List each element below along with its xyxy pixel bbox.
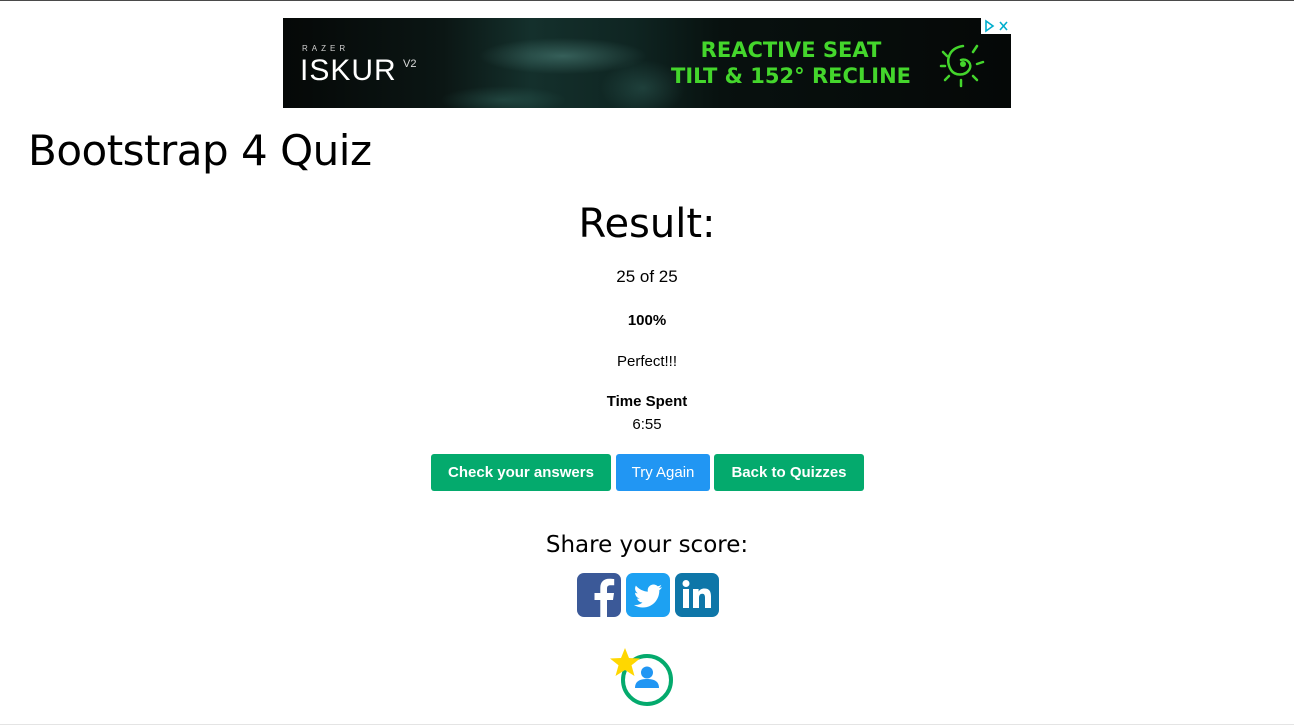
ad-brand-small: RAZER [302,44,350,53]
result-heading: Result: [578,201,716,247]
time-spent-label: Time Spent [606,393,688,410]
ad-headline: REACTIVE SEAT TILT & 152° RECLINE [667,37,915,89]
bottom-border [0,724,1294,725]
check-answers-button[interactable]: Check your answers [431,454,611,491]
ad-headline-line2: TILT & 152° RECLINE [671,64,911,88]
score-verdict: Perfect!!! [616,353,678,370]
razer-logo-icon [939,44,985,88]
back-to-quizzes-button[interactable]: Back to Quizzes [714,454,864,491]
twitter-share-button[interactable] [626,573,670,617]
linkedin-share-button[interactable] [675,573,719,617]
time-spent-value: 6:55 [632,416,662,433]
share-score-label: Share your score: [545,532,749,558]
ad-brand-name: ISKUR [300,54,397,87]
ad-headline-line1: REACTIVE SEAT [700,38,882,62]
ad-brand-version: V2 [403,58,417,70]
ad-banner[interactable]: RAZER ISKUR V2 REACTIVE SEAT TILT & 152°… [283,18,1011,108]
score-text: 25 of 25 [616,267,678,286]
try-again-button[interactable]: Try Again [616,454,710,491]
profile-star-icon[interactable] [608,647,676,709]
top-border [0,0,1294,1]
score-percent: 100% [627,312,667,329]
facebook-share-button[interactable] [577,573,621,617]
facebook-icon [594,578,615,617]
twitter-icon [633,584,662,608]
adchoices-icon[interactable] [981,18,1011,34]
page-title: Bootstrap 4 Quiz [28,126,372,175]
linkedin-icon [682,580,711,608]
